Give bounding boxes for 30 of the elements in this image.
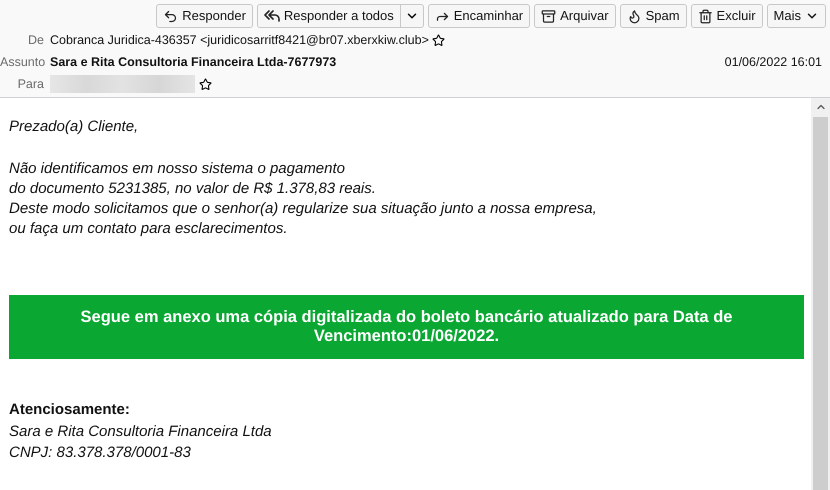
flame-icon [626, 8, 642, 24]
closing-text: Atenciosamente: [9, 400, 131, 420]
greeting-text: Prezado(a) Cliente, [9, 117, 140, 137]
subject-text: Sara e Rita Consultoria Financeira Ltda-7677973 [50, 54, 336, 71]
scroll-thumb[interactable] [813, 117, 828, 490]
reply-icon [163, 8, 178, 24]
signature-line: Sara e Rita Consultoria Financeira Ltda [9, 422, 273, 442]
star-icon[interactable] [432, 34, 445, 46]
trash-icon [698, 8, 713, 24]
spam-button[interactable]: Spam [620, 4, 687, 28]
forward-button[interactable]: Encaminhar [428, 4, 530, 28]
reply-all-icon [264, 9, 280, 23]
notice-banner: Segue em anexo uma cópia digitalizada do boleto bancário atualizado para Data de Vencimento:01/06/2022. [9, 294, 804, 358]
archive-icon [541, 8, 556, 24]
signature-line: CNPJ: 83.378.378/0001-83 [9, 443, 192, 463]
archive-button[interactable]: Arquivar [534, 4, 616, 28]
subject-label: Assunto [0, 54, 46, 71]
body-text-line: Deste modo solicitamos que o senhor(a) regularize sua situação junto a nossa empresa, [9, 198, 598, 218]
from-label: De [27, 32, 45, 49]
message-date: 01/06/2022 16:01 [724, 54, 823, 71]
body-text-line: do documento 5231385, no valor de R$ 1.378,83 reais. [9, 178, 377, 198]
more-button[interactable]: Mais [766, 4, 826, 28]
scrollbar[interactable] [811, 98, 830, 490]
to-label: Para [16, 76, 45, 93]
reply-button[interactable]: Responder [156, 4, 253, 28]
sender-address: Cobranca Juridica-436357 <juridicosarritf8421@br07.xberxkiw.club> [50, 32, 429, 49]
body-text-line: Não identificamos em nosso sistema o pagamento [9, 158, 346, 178]
body-text-line: ou faça um contato para esclarecimentos. [9, 218, 288, 238]
delete-button[interactable]: Excluir [690, 4, 763, 28]
star-icon[interactable] [199, 78, 212, 90]
